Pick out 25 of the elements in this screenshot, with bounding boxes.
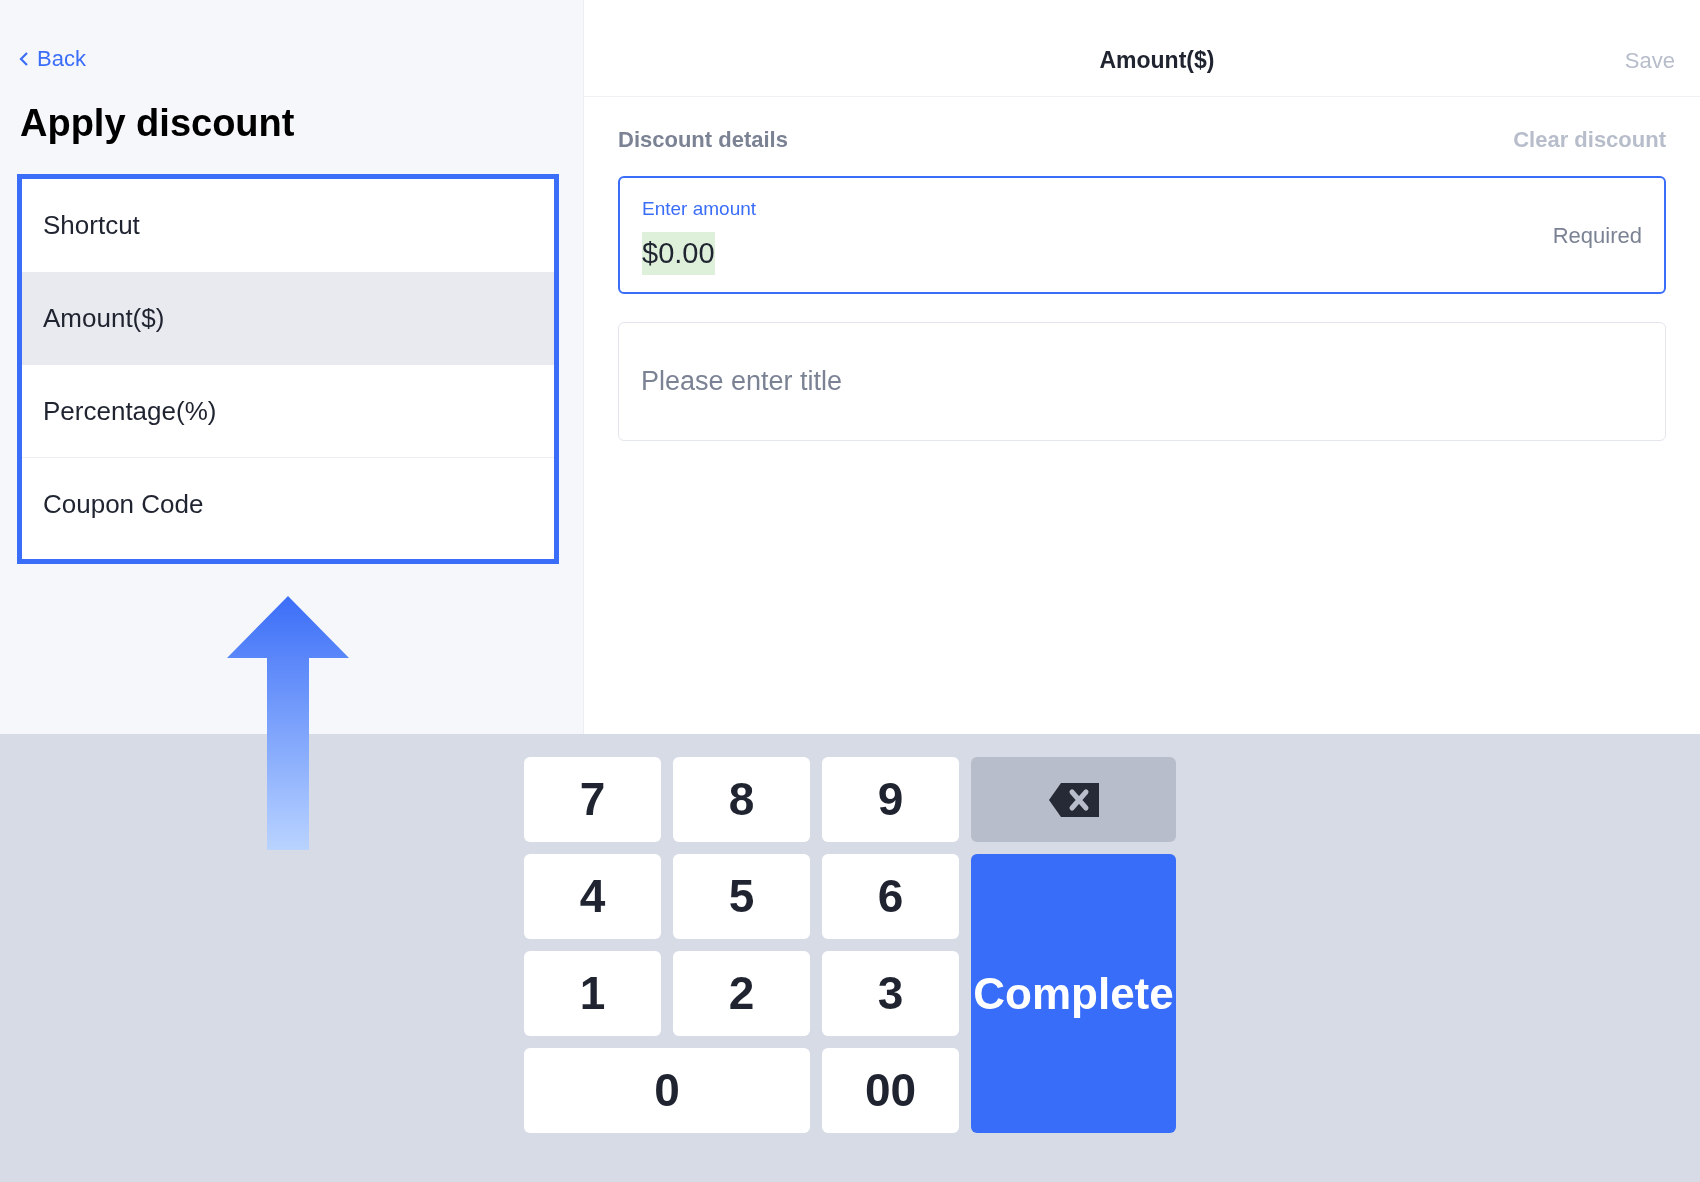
header-title: Amount($) xyxy=(1098,45,1216,75)
required-hint: Required xyxy=(1552,221,1642,250)
field-value: $0.00 xyxy=(642,231,715,275)
backspace-key[interactable] xyxy=(971,757,1176,842)
keypad-key[interactable]: 5 xyxy=(673,854,810,939)
keypad-key[interactable]: 2 xyxy=(673,951,810,1036)
keypad-key[interactable]: 1 xyxy=(524,951,661,1036)
keypad-key[interactable]: 4 xyxy=(524,854,661,939)
keypad-key[interactable]: 3 xyxy=(822,951,959,1036)
keypad-key[interactable]: 6 xyxy=(822,854,959,939)
title-field[interactable]: Please enter title xyxy=(618,322,1666,441)
keypad-key[interactable]: 8 xyxy=(673,757,810,842)
keypad-key[interactable]: 00 xyxy=(822,1048,959,1133)
section-title: Discount details xyxy=(618,126,788,154)
keypad-key[interactable]: 0 xyxy=(524,1048,810,1133)
discount-type-item[interactable]: Amount($) xyxy=(22,272,554,365)
keypad-key[interactable]: 9 xyxy=(822,757,959,842)
keypad-key[interactable]: 7 xyxy=(524,757,661,842)
complete-button[interactable]: Complete xyxy=(971,854,1176,1133)
amount-field[interactable]: Enter amount $0.00 Required xyxy=(618,176,1666,294)
back-link[interactable]: Back xyxy=(19,42,86,75)
chevron-left-icon xyxy=(19,50,29,67)
page-title: Apply discount xyxy=(20,101,296,146)
field-label: Enter amount xyxy=(642,197,758,221)
backspace-icon xyxy=(1046,780,1101,819)
